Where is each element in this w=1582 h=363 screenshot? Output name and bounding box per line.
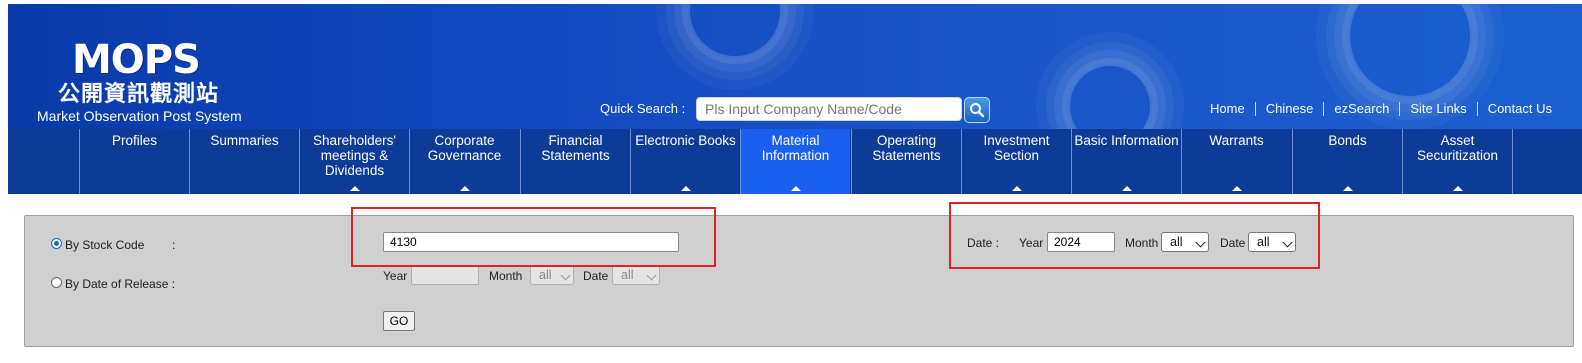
link-home[interactable]: Home — [1200, 102, 1255, 116]
nav-item-financial-statements[interactable]: Financial Statements — [520, 129, 630, 194]
quick-search-label: Quick Search : — [600, 101, 686, 116]
nav-item-label: Financial Statements — [541, 133, 610, 163]
nav-item-label: Summaries — [210, 133, 279, 148]
quick-search-input[interactable] — [696, 97, 962, 121]
submenu-arrow-icon — [1342, 186, 1353, 191]
nav-item-label: Basic Information — [1074, 133, 1179, 148]
submenu-arrow-icon — [459, 186, 470, 191]
link-chinese[interactable]: Chinese — [1254, 102, 1324, 116]
chevron-down-icon — [646, 270, 657, 281]
nav-item-corporate-governance[interactable]: Corporate Governance — [409, 129, 519, 194]
release-date-label: Date — [583, 269, 609, 283]
release-date-value: all — [621, 268, 634, 282]
nav-item-summaries[interactable]: Summaries — [189, 129, 299, 194]
link-site-links[interactable]: Site Links — [1399, 102, 1476, 116]
decorative-swirl — [688, 4, 782, 58]
nav-item-profiles[interactable]: Profiles — [79, 129, 189, 194]
highlight-box-stock-code — [351, 207, 716, 267]
nav-item-label: Electronic Books — [635, 133, 736, 148]
quick-search-button[interactable] — [964, 97, 990, 123]
decorative-swirl — [1068, 64, 1152, 129]
logo-chinese-name: 公開資訊觀測站 — [58, 81, 220, 107]
nav-item-label: Bonds — [1328, 133, 1367, 148]
submenu-arrow-icon — [349, 186, 360, 191]
nav-item-material-information[interactable]: Material Information — [740, 129, 850, 194]
release-date-select[interactable]: all — [612, 265, 660, 285]
main-nav: Profiles Summaries Shareholders' meeting… — [8, 129, 1582, 194]
nav-item-bonds[interactable]: Bonds — [1292, 129, 1402, 194]
logo-english-name: Market Observation Post System — [37, 108, 242, 124]
nav-item-label: Asset Securitization — [1416, 133, 1499, 163]
nav-item-warrants[interactable]: Warrants — [1181, 129, 1291, 194]
by-date-of-release-radio[interactable] — [51, 277, 62, 288]
nav-item-label: Investment Section — [983, 133, 1050, 163]
decorative-swirl — [1348, 4, 1472, 98]
by-date-of-release-label: By Date of Release : — [65, 277, 176, 291]
submenu-arrow-icon — [790, 186, 801, 191]
nav-item-basic-information[interactable]: Basic Information — [1071, 129, 1181, 194]
nav-item-label: Shareholders' meetings & Dividends — [313, 133, 396, 178]
nav-item-investment-section[interactable]: Investment Section — [961, 129, 1071, 194]
submenu-arrow-icon — [1121, 186, 1132, 191]
site-header: MOPS 公開資訊觀測站 Market Observation Post Sys… — [8, 4, 1582, 129]
nav-item-label: Material Information — [761, 133, 830, 163]
top-links: Home Chinese ezSearch Site Links Contact… — [1200, 102, 1562, 116]
query-form-panel: By Stock Code : By Date of Release : Yea… — [24, 215, 1574, 347]
submenu-arrow-icon — [1452, 186, 1463, 191]
submenu-arrow-icon — [1011, 186, 1022, 191]
submenu-arrow-icon — [1231, 186, 1242, 191]
release-month-label: Month — [489, 269, 523, 283]
nav-item-operating-statements[interactable]: Operating Statements — [851, 129, 961, 194]
release-month-value: all — [539, 268, 552, 282]
go-button[interactable]: GO — [383, 311, 415, 331]
nav-item-label: Profiles — [111, 133, 157, 148]
link-ezsearch[interactable]: ezSearch — [1323, 102, 1399, 116]
colon-separator: : — [172, 238, 176, 252]
nav-divider — [1512, 129, 1513, 194]
nav-item-electronic-books[interactable]: Electronic Books — [630, 129, 740, 194]
by-stock-code-radio[interactable] — [51, 238, 62, 249]
nav-item-label: Corporate Governance — [427, 133, 502, 163]
submenu-arrow-icon — [680, 186, 691, 191]
release-year-input[interactable] — [411, 265, 479, 285]
nav-item-asset-securitization[interactable]: Asset Securitization — [1402, 129, 1512, 194]
chevron-down-icon — [560, 270, 571, 281]
nav-item-label: Operating Statements — [872, 133, 941, 163]
release-year-label: Year — [383, 269, 408, 283]
nav-item-shareholders-meetings[interactable]: Shareholders' meetings & Dividends — [299, 129, 409, 194]
by-stock-code-label: By Stock Code — [65, 238, 145, 252]
search-icon — [970, 103, 985, 118]
link-contact-us[interactable]: Contact Us — [1476, 102, 1562, 116]
logo-mops[interactable]: MOPS — [72, 40, 201, 80]
nav-item-label: Warrants — [1209, 133, 1264, 148]
release-month-select[interactable]: all — [530, 265, 574, 285]
highlight-box-date-filter — [949, 202, 1320, 269]
